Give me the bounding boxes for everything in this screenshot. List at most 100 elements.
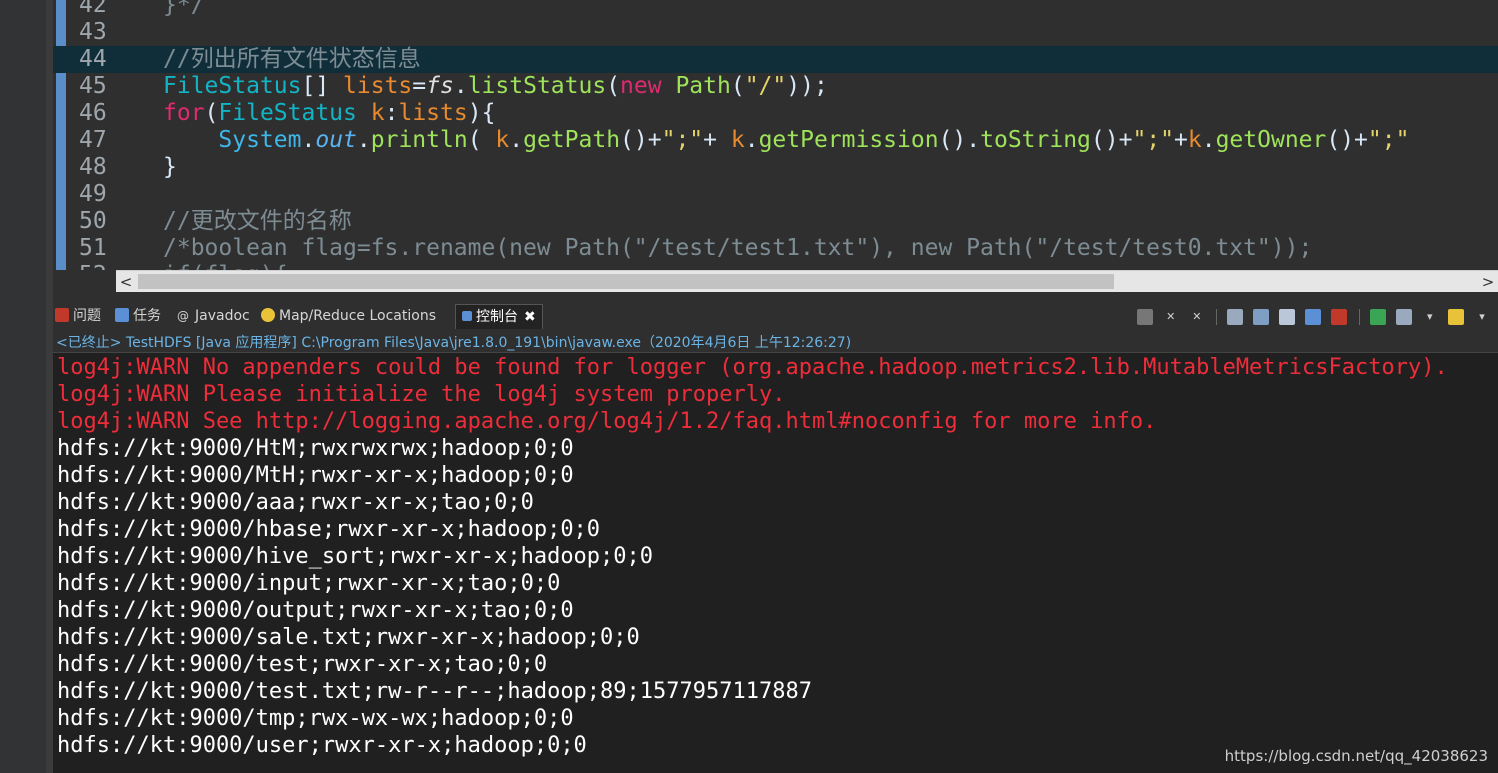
code-line[interactable]: 49 (53, 181, 1498, 208)
code-token: . (744, 127, 759, 153)
code-text: /*boolean flag=fs.rename(new Path("/test… (163, 235, 1312, 262)
tab-label: 控制台 (476, 309, 518, 325)
code-line[interactable]: 52 if(flag){ (53, 262, 1498, 270)
code-token: ()+ (620, 127, 662, 153)
code-token: ( (730, 73, 745, 99)
code-token: k (495, 127, 510, 153)
console-output-line: hdfs://kt:9000/tmp;rwx-wx-wx;hadoop;0;0 (57, 706, 574, 731)
code-token: println (370, 127, 468, 153)
display-console-icon[interactable] (1395, 308, 1412, 325)
clear-console-icon[interactable] (1227, 308, 1244, 325)
remove-launch-icon[interactable]: ✕ (1163, 309, 1179, 325)
code-token: lists (398, 100, 468, 126)
tab-label: 问题 (73, 308, 101, 324)
line-number: 52 (79, 262, 135, 270)
code-token: //更改文件的名称 (163, 208, 352, 234)
line-number: 43 (79, 19, 107, 45)
code-line[interactable]: 50 //更改文件的名称 (53, 208, 1498, 235)
code-token: + (1174, 127, 1188, 153)
code-token: FileStatus (218, 100, 357, 126)
show-on-output-icon[interactable] (1305, 308, 1322, 325)
code-token: lists (343, 73, 413, 99)
code-text: }*/ (163, 0, 205, 19)
code-token: ()+ (1326, 127, 1368, 153)
code-text: } (163, 154, 177, 181)
line-number: 51 (79, 235, 107, 261)
code-token: ( (606, 73, 621, 99)
code-token: ){ (467, 100, 496, 126)
left-gutter (0, 0, 46, 773)
show-on-error-icon[interactable] (1331, 308, 1348, 325)
tab-tasks[interactable]: 任务 (115, 304, 161, 328)
console-output-line: hdfs://kt:9000/aaa;rwxr-xr-x;tao;0;0 (57, 490, 534, 515)
code-token: getOwner (1215, 127, 1327, 153)
code-token: + (703, 127, 731, 153)
console-output-line: hdfs://kt:9000/user;rwxr-xr-x;hadoop;0;0 (57, 733, 587, 758)
tab-javadoc[interactable]: @ Javadoc (177, 304, 250, 328)
code-text: FileStatus[] lists=fs.listStatus(new Pat… (163, 73, 828, 100)
line-number: 46 (79, 100, 107, 126)
code-token: ()+ (1090, 127, 1133, 153)
scroll-right-icon[interactable]: > (1478, 271, 1498, 293)
code-line[interactable]: 46 for(FileStatus k:lists){ (53, 100, 1498, 127)
code-line[interactable]: 45 FileStatus[] lists=fs.listStatus(new P… (53, 73, 1498, 100)
scrollbar-thumb[interactable] (138, 274, 1114, 289)
code-line[interactable]: 42}*/ (53, 0, 1498, 19)
code-token: }*/ (163, 0, 205, 18)
code-token: getPath (523, 127, 621, 153)
code-line[interactable]: 51 /*boolean flag=fs.rename(new Path("/te… (53, 235, 1498, 262)
console-output-line: hdfs://kt:9000/output;rwxr-xr-x;tao;0;0 (57, 598, 574, 623)
line-number: 50 (79, 208, 107, 234)
line-number: 47 (79, 127, 107, 153)
code-token: ( (204, 100, 219, 126)
tab-label: Javadoc (195, 308, 250, 324)
new-console-icon[interactable] (1447, 308, 1464, 325)
horizontal-scrollbar[interactable]: < > (116, 270, 1498, 293)
code-line[interactable]: 43 (53, 19, 1498, 46)
code-token: toString (980, 127, 1091, 153)
line-number: 49 (79, 181, 107, 207)
console-output[interactable]: log4j:WARN No appenders could be found f… (53, 353, 1498, 773)
code-line[interactable]: 44 //列出所有文件状态信息 (53, 46, 1498, 73)
console-output-line: hdfs://kt:9000/MtH;rwxr-xr-x;hadoop;0;0 (57, 463, 574, 488)
console-output-line: hdfs://kt:9000/input;rwxr-xr-x;tao;0;0 (57, 571, 561, 596)
elephant-icon (261, 308, 275, 322)
code-token: ";" (661, 127, 704, 153)
pin-console-icon[interactable] (1369, 308, 1386, 325)
tab-problems[interactable]: 问题 (55, 304, 101, 328)
view-menu-icon[interactable]: ▾ (1474, 309, 1490, 325)
console-output-line: hdfs://kt:9000/sale.txt;rwxr-xr-x;hadoop… (57, 625, 640, 650)
close-icon[interactable]: ✖ (524, 309, 536, 325)
console-output-line: hdfs://kt:9000/test;rwxr-xr-x;tao;0;0 (57, 652, 548, 677)
console-warning-line: log4j:WARN Please initialize the log4j s… (57, 382, 786, 407)
console-warning-line: log4j:WARN No appenders could be found f… (57, 355, 1448, 380)
code-token: listStatus (467, 73, 607, 99)
word-wrap-icon[interactable] (1279, 308, 1296, 325)
code-line[interactable]: 47 System.out.println( k.getPath()+";"+ … (53, 127, 1498, 154)
code-token: getPermission (758, 127, 939, 153)
code-line[interactable]: 48} (53, 154, 1498, 181)
console-output-line: hdfs://kt:9000/hbase;rwxr-xr-x;hadoop;0;… (57, 517, 601, 542)
problems-icon (55, 308, 69, 322)
code-token: FileStatus (163, 73, 302, 99)
code-token: )); (786, 73, 828, 99)
divider (53, 292, 1498, 300)
divider (1215, 308, 1217, 325)
tab-console[interactable]: 控制台 ✖ (455, 304, 543, 329)
code-token: new (620, 73, 662, 99)
code-token: . (453, 73, 468, 99)
scroll-left-icon[interactable]: < (116, 271, 136, 293)
remove-all-icon[interactable]: ✕ (1189, 309, 1205, 325)
code-text: System.out.println( k.getPath()+";"+ k.g… (163, 127, 1409, 154)
code-editor[interactable]: 42}*/ 43 44 //列出所有文件状态信息 45 FileStatus[] list… (53, 0, 1498, 270)
code-token: . (301, 127, 316, 153)
code-token: if(flag){ (163, 262, 288, 270)
scroll-lock-icon[interactable] (1253, 308, 1270, 325)
code-token: ";" (1367, 127, 1410, 153)
chevron-down-icon[interactable]: ▾ (1422, 309, 1438, 325)
terminate-icon[interactable] (1136, 308, 1153, 325)
code-token: out (315, 127, 357, 153)
console-output-line: hdfs://kt:9000/hive_sort;rwxr-xr-x;hadoo… (57, 544, 654, 569)
tab-map-reduce-locations[interactable]: Map/Reduce Locations (261, 304, 436, 328)
